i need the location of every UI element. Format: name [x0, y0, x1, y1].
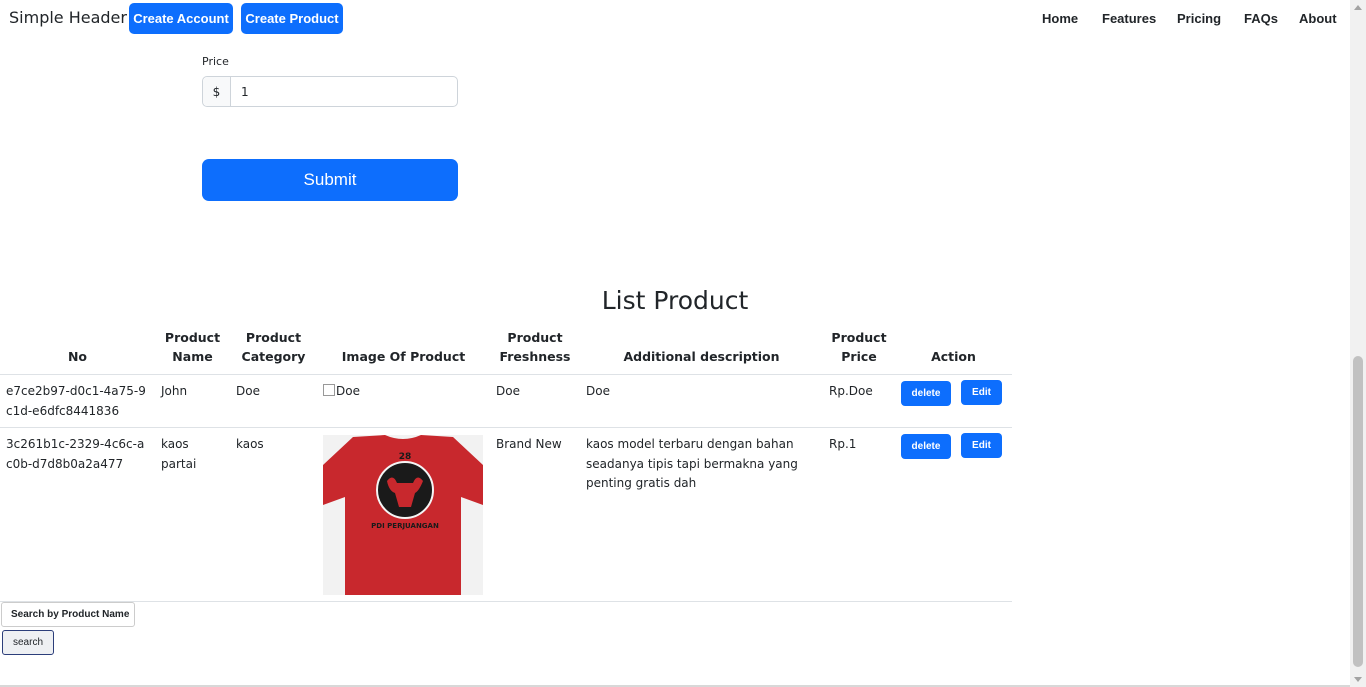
price-label: Price	[202, 55, 229, 68]
column-header-name: Product Name	[155, 328, 230, 375]
price-input[interactable]	[231, 77, 457, 106]
cell-action: delete Edit	[895, 374, 1012, 428]
nav-home[interactable]: Home	[1042, 11, 1078, 26]
cell-image: 28 PDI PERJUANGAN	[317, 427, 490, 602]
cell-no: 3c261b1c-2329-4c6c-ac0b-d7d8b0a2a477	[0, 427, 155, 602]
column-header-no: No	[0, 328, 155, 375]
shirt-caption: PDI PERJUANGAN	[371, 522, 439, 530]
create-product-button[interactable]: Create Product	[241, 3, 343, 34]
table-header-row: No Product Name Product Category Image O…	[0, 328, 1012, 375]
cell-description: Doe	[580, 374, 823, 428]
scroll-up-arrow-icon[interactable]	[1354, 5, 1362, 10]
column-header-description: Additional description	[580, 328, 823, 375]
column-header-freshness: Product Freshness	[490, 328, 580, 375]
edit-button[interactable]: Edit	[961, 433, 1002, 458]
table-row: 3c261b1c-2329-4c6c-ac0b-d7d8b0a2a477 kao…	[0, 427, 1012, 602]
cell-category: kaos	[230, 427, 317, 602]
scroll-thumb[interactable]	[1353, 356, 1363, 667]
price-input-group: $	[202, 76, 458, 107]
submit-button[interactable]: Submit	[202, 159, 458, 201]
column-header-price: Product Price	[823, 328, 895, 375]
broken-image-icon	[323, 383, 335, 396]
search-input[interactable]: Search by Product Name	[1, 602, 135, 627]
top-header: Simple Header Create Account Create Prod…	[0, 0, 1350, 36]
nav-faqs[interactable]: FAQs	[1244, 11, 1278, 26]
nav-features[interactable]: Features	[1102, 11, 1156, 26]
create-account-button[interactable]: Create Account	[129, 3, 233, 34]
tshirt-image: 28 PDI PERJUANGAN	[323, 435, 483, 595]
delete-button[interactable]: delete	[901, 434, 951, 459]
cell-freshness: Doe	[490, 374, 580, 428]
table-row: e7ce2b97-d0c1-4a75-9c1d-e6dfc8441836 Joh…	[0, 374, 1012, 428]
nav-about[interactable]: About	[1299, 11, 1337, 26]
cell-image: Doe	[317, 374, 490, 428]
image-alt-text: Doe	[336, 384, 360, 398]
scroll-down-arrow-icon[interactable]	[1354, 677, 1362, 682]
column-header-image: Image Of Product	[317, 328, 490, 375]
column-header-category: Product Category	[230, 328, 317, 375]
cell-name: John	[155, 374, 230, 428]
cell-action: delete Edit	[895, 427, 1012, 602]
shirt-number: 28	[399, 452, 412, 462]
cell-description: kaos model terbaru dengan bahan seadanya…	[580, 427, 823, 602]
currency-prefix: $	[203, 77, 231, 106]
cell-freshness: Brand New	[490, 427, 580, 602]
cell-price: Rp.Doe	[823, 374, 895, 428]
product-table: No Product Name Product Category Image O…	[0, 328, 1012, 602]
column-header-action: Action	[895, 328, 1012, 375]
cell-no: e7ce2b97-d0c1-4a75-9c1d-e6dfc8441836	[0, 374, 155, 428]
list-title: List Product	[601, 286, 749, 315]
cell-category: Doe	[230, 374, 317, 428]
brand-title[interactable]: Simple Header	[9, 8, 127, 27]
search-button[interactable]: search	[2, 630, 54, 655]
cell-price: Rp.1	[823, 427, 895, 602]
nav-pricing[interactable]: Pricing	[1177, 11, 1221, 26]
delete-button[interactable]: delete	[901, 381, 951, 406]
edit-button[interactable]: Edit	[961, 380, 1002, 405]
vertical-scrollbar[interactable]	[1350, 0, 1366, 687]
broken-image: Doe	[323, 382, 360, 402]
cell-name: kaos partai	[155, 427, 230, 602]
